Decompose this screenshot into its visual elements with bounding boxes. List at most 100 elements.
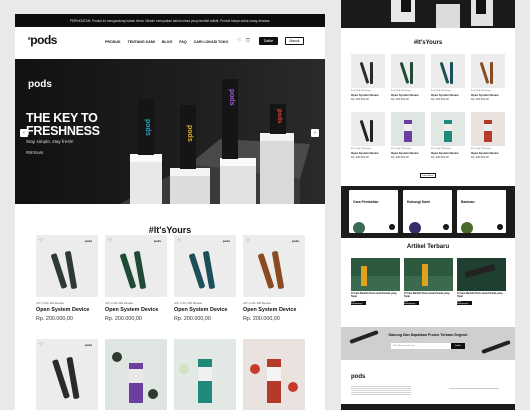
read-more-button[interactable]: Baca Selengkapnya: [457, 300, 472, 305]
product-card[interactable]: ♡ pods 4.8 | 2,4rb 129 Review Open Syste…: [36, 235, 98, 322]
product-name[interactable]: Open System Device: [174, 307, 236, 313]
menu-tentang-kami[interactable]: TENTANG KAMI: [128, 40, 155, 44]
product-card[interactable]: ♡ pods 4.8 | 2,4rb 129 Review Open Syste…: [243, 235, 305, 322]
product-card[interactable]: 4.8 | 2,4rb 129 Review Open System Devic…: [391, 112, 425, 159]
product-rating: 4.8 | 2,4rb 129 Review: [351, 90, 371, 92]
footer-address: [351, 386, 411, 396]
hero-banner: pods THE KEY TO FRESHNESS Stay simple, s…: [15, 59, 325, 204]
see-all-button[interactable]: Lihat Semua: [420, 173, 436, 178]
product-card[interactable]: 4.8 | 2,4rb 129 Review Open System Devic…: [431, 54, 465, 101]
product-image: [351, 54, 385, 88]
product-name[interactable]: Open System Device: [351, 151, 385, 155]
product-card[interactable]: 4.8 | 2,4rb 129 Review Open System Devic…: [351, 112, 385, 159]
info-title: Bantuan: [461, 200, 475, 204]
email-input[interactable]: Masukkan email kamu: [391, 343, 451, 349]
product-card[interactable]: 4.8 | 2,4rb 129 Review Open System Devic…: [431, 112, 465, 159]
product-name[interactable]: Open System Device: [105, 307, 167, 313]
logo-prefix: e: [28, 36, 31, 42]
product-price: Rp. 200.000,00: [105, 316, 142, 322]
product-name[interactable]: Open System Device: [471, 151, 505, 155]
product-card[interactable]: 4.8 | 2,4rb 129 Review Open System Devic…: [471, 112, 505, 159]
article-card[interactable]: 10 Cara Memilih Pods untuk Pemula yang T…: [457, 258, 506, 305]
article-title[interactable]: 10 Cara Memilih Pods untuk Pemula yang T…: [351, 293, 400, 299]
arrow-right-icon[interactable]: ›: [389, 224, 395, 230]
brand-logo[interactable]: epods: [28, 33, 57, 47]
product-card[interactable]: [174, 339, 236, 410]
cart-icon[interactable]: ⛉: [246, 38, 250, 44]
read-more-button[interactable]: Baca Selengkapnya: [404, 300, 419, 305]
product-image: [471, 54, 505, 88]
product-price: Rp. 200.000,00: [36, 316, 73, 322]
product-image: [431, 112, 465, 146]
product-rating: 4.8 | 2,4rb 129 Review: [105, 301, 133, 305]
info-card[interactable]: Hubungi Kami ›: [403, 190, 452, 233]
article-title[interactable]: 10 Cara Memilih Pods untuk Pemula yang T…: [457, 293, 506, 299]
product-card[interactable]: ♡ pods 4.8 | 2,4rb 129 Review Open Syste…: [174, 235, 236, 322]
footer-links[interactable]: [449, 388, 499, 389]
product-rating: 4.8 | 2,4rb 129 Review: [471, 148, 491, 150]
section-title: #It'sYours: [148, 225, 192, 235]
heart-icon[interactable]: ♡: [237, 38, 241, 44]
product-image: [471, 112, 505, 146]
product-name[interactable]: Open System Device: [431, 93, 465, 97]
hero-prev-arrow[interactable]: ‹: [20, 129, 28, 137]
product-card[interactable]: 4.8 | 2,4rb 129 Review Open System Devic…: [471, 54, 505, 101]
logo-text: pods: [30, 33, 57, 47]
product-name[interactable]: Open System Device: [471, 93, 505, 97]
footer-bar: [341, 404, 515, 410]
product-image: [351, 112, 385, 146]
product-name[interactable]: Open System Device: [36, 307, 98, 313]
product-image: [391, 54, 425, 88]
svg-text:pods: pods: [186, 125, 193, 142]
product-card[interactable]: ♡ pods 4.8 | 2,4rb 129 Review Open Syste…: [105, 235, 167, 322]
product-price: Rp. 200.000,00: [471, 98, 489, 101]
product-image: ♡ pods: [36, 339, 98, 410]
arrow-right-icon[interactable]: ›: [497, 224, 503, 230]
main-menu: PRODUK TENTANG KAMI BLOG FAQ CARI LOKASI…: [105, 40, 228, 44]
info-title: Hubungi Kami: [407, 200, 430, 204]
read-more-button[interactable]: Baca Selengkapnya: [351, 300, 366, 305]
product-card[interactable]: 4.8 | 2,4rb 129 Review Open System Devic…: [391, 54, 425, 101]
hero-product-image: pods pods pods pods: [120, 79, 310, 204]
article-image: [457, 258, 506, 291]
info-card[interactable]: Cara Pembelian ›: [349, 190, 398, 233]
menu-faq[interactable]: FAQ: [179, 40, 186, 44]
subscribe-button[interactable]: Daftar: [451, 343, 465, 349]
product-name[interactable]: Open System Device: [351, 93, 385, 97]
hero-next-arrow[interactable]: ›: [311, 129, 319, 137]
product-card[interactable]: ♡ pods: [36, 339, 98, 410]
product-name[interactable]: Open System Device: [391, 151, 425, 155]
footer-logo: pods: [351, 374, 366, 380]
hero-title-line2: FRESHNESS: [26, 124, 100, 138]
articles-title: Artikel Terbaru: [406, 244, 450, 250]
product-rating: 4.8 | 2,4rb 129 Review: [431, 148, 451, 150]
product-name[interactable]: Open System Device: [431, 151, 465, 155]
menu-blog[interactable]: BLOG: [162, 40, 172, 44]
article-card[interactable]: 10 Cara Memilih Pods untuk Pemula yang T…: [351, 258, 400, 305]
product-card[interactable]: [105, 339, 167, 410]
product-price: Rp. 200.000,00: [174, 316, 211, 322]
product-card[interactable]: 4.8 | 2,4rb 129 Review Open System Devic…: [351, 54, 385, 101]
hero-hashtag: #ItsYours: [26, 150, 44, 155]
product-rating: 4.8 | 2,4rb 129 Review: [243, 301, 271, 305]
arrow-right-icon[interactable]: ›: [443, 224, 449, 230]
product-card[interactable]: [243, 339, 305, 410]
product-price: Rp. 200.000,00: [471, 156, 489, 159]
article-card[interactable]: 10 Cara Memilih Pods untuk Pemula yang T…: [404, 258, 453, 305]
info-title: Cara Pembelian: [353, 200, 379, 204]
article-title[interactable]: 10 Cara Memilih Pods untuk Pemula yang T…: [404, 293, 453, 299]
product-price: Rp. 200.000,00: [431, 156, 449, 159]
menu-cari-lokasi[interactable]: CARI LOKASI TOKO: [194, 40, 229, 44]
article-image: [351, 258, 400, 291]
register-button[interactable]: Daftar: [259, 37, 278, 45]
product-name[interactable]: Open System Device: [391, 93, 425, 97]
menu-produk[interactable]: PRODUK: [105, 40, 121, 44]
main-page: PERINGATAN: Produk ini mengandung bahan …: [15, 14, 325, 410]
product-price: Rp. 200.000,00: [391, 156, 409, 159]
product-image: [391, 112, 425, 146]
login-button[interactable]: Masuk: [285, 37, 304, 45]
svg-text:pods: pods: [144, 119, 151, 136]
footer: pods: [341, 360, 515, 410]
product-name[interactable]: Open System Device: [243, 307, 305, 313]
info-card[interactable]: Bantuan ›: [457, 190, 506, 233]
